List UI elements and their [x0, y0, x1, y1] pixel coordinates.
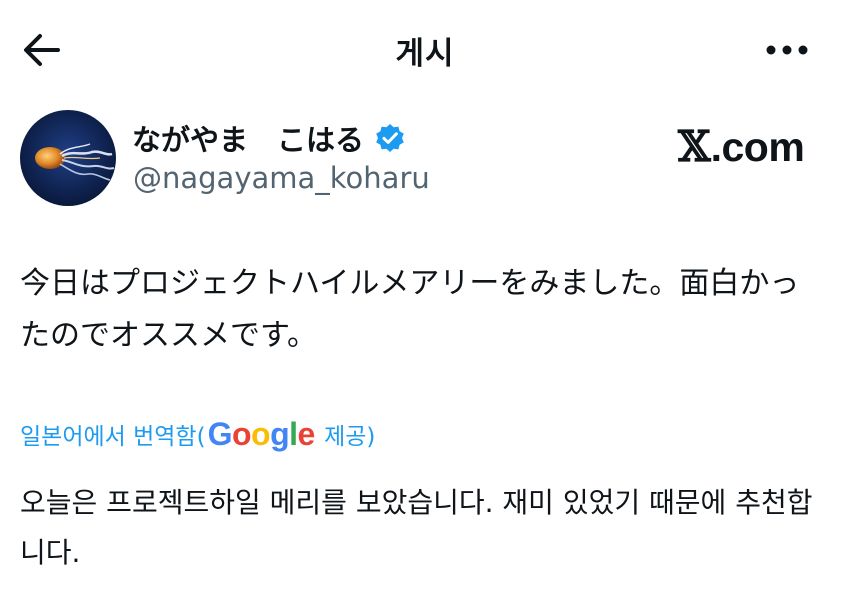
more-horizontal-icon — [766, 45, 808, 55]
more-options-button[interactable] — [762, 32, 812, 68]
translation-notice[interactable]: 일본어에서 번역함( G o o g l e 제공) — [20, 414, 375, 454]
translation-label: 일본어에서 번역함( — [20, 424, 206, 450]
author-name-link[interactable]: ながやま こはる — [132, 118, 406, 158]
avatar[interactable] — [20, 110, 116, 206]
google-letter: l — [289, 415, 298, 452]
x-logo-icon: 𝕏 — [678, 122, 711, 171]
google-letter: o — [251, 415, 271, 452]
translation-label-suffix: 제공) — [316, 424, 376, 450]
google-letter: e — [297, 415, 316, 452]
google-logo-icon: G o o g l e — [207, 415, 316, 453]
translated-text: 오늘은 프로젝트하일 메리를 보았습니다. 재미 있었기 때문에 추천합니다. — [20, 486, 813, 569]
google-letter: G — [207, 415, 233, 452]
author-display-name: ながやま こはる — [132, 123, 365, 157]
x-com-logo: 𝕏 .com — [678, 122, 805, 172]
top-bar: 게시 — [0, 0, 850, 96]
jellyfish-avatar — [20, 110, 116, 206]
post-text: 今日はプロジェクトハイルメアリーをみました。面白かったのでオススメです。 — [20, 266, 800, 353]
page-title: 게시 — [395, 36, 455, 72]
brand-domain: .com — [710, 123, 805, 170]
verified-badge-icon — [374, 122, 406, 154]
google-letter: g — [270, 415, 290, 452]
google-letter: o — [231, 415, 252, 452]
author-handle[interactable]: @nagayama_koharu — [133, 161, 430, 195]
